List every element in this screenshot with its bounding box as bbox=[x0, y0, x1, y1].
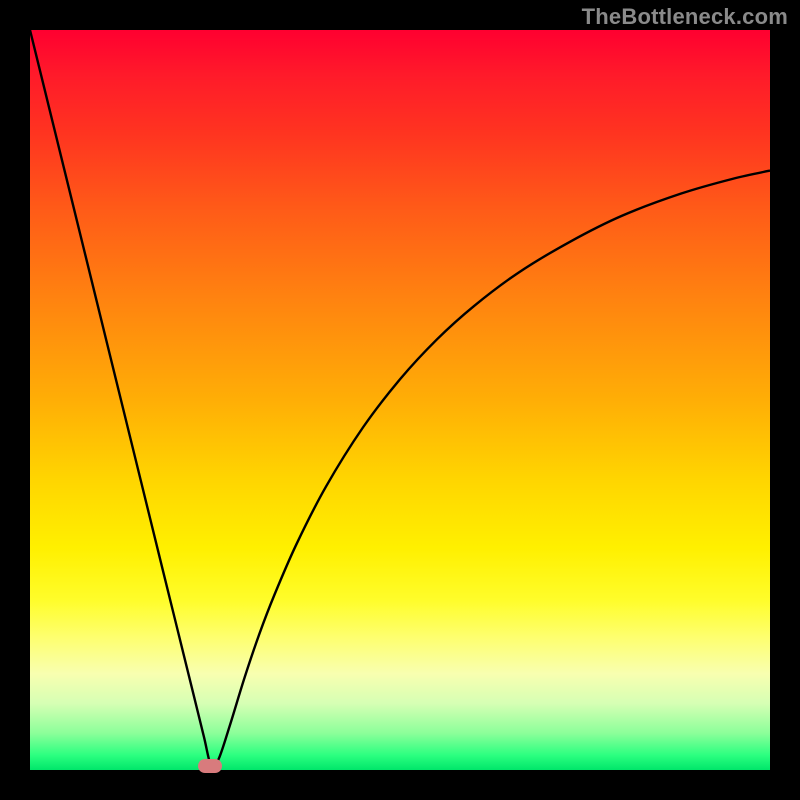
chart-frame: TheBottleneck.com bbox=[0, 0, 800, 800]
minimum-marker bbox=[198, 759, 222, 773]
chart-curve bbox=[30, 30, 770, 770]
watermark-text: TheBottleneck.com bbox=[582, 4, 788, 30]
bottleneck-curve-path bbox=[30, 30, 770, 768]
